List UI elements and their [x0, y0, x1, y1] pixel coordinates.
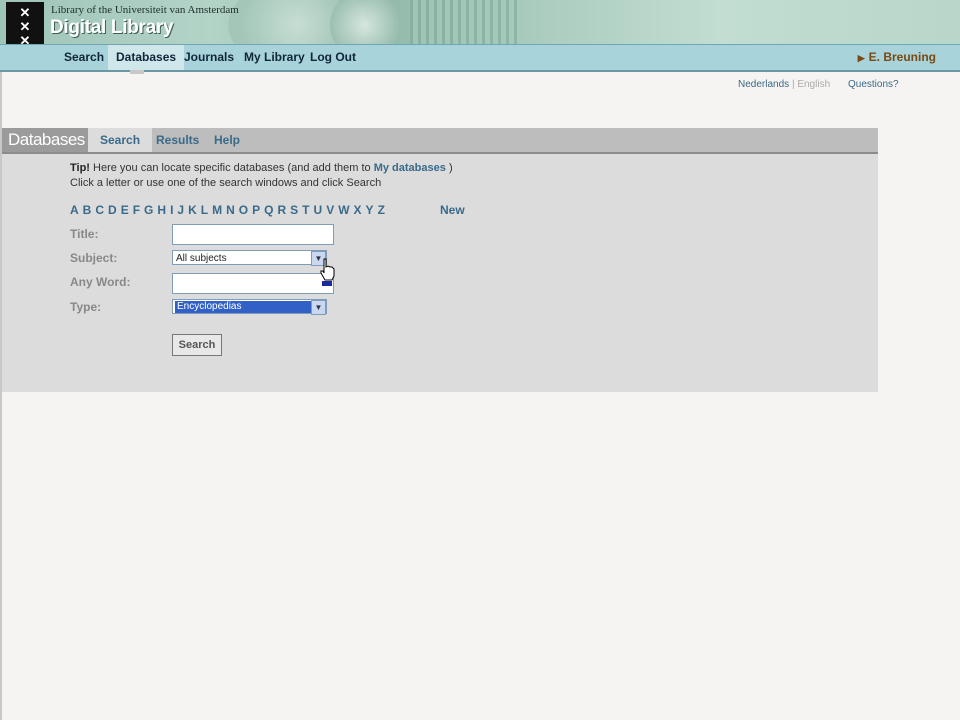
subject-label: Subject:: [70, 251, 118, 265]
letter-link-b[interactable]: B: [83, 203, 92, 217]
tip-label: Tip!: [70, 162, 90, 174]
lang-english-current: English: [797, 79, 831, 90]
tip-instruction: Click a letter or use one of the search …: [70, 177, 382, 189]
subject-select[interactable]: All subjects ▼: [172, 250, 327, 266]
letter-link-w[interactable]: W: [338, 203, 349, 217]
letter-link-p[interactable]: P: [252, 203, 260, 217]
user-name: E. Breuning: [868, 50, 936, 64]
letter-link-q[interactable]: Q: [264, 203, 273, 217]
nav-item-log-out[interactable]: Log Out: [302, 45, 364, 70]
letter-link-s[interactable]: S: [290, 203, 298, 217]
letter-link-x[interactable]: X: [354, 203, 362, 217]
letter-link-z[interactable]: Z: [378, 203, 385, 217]
letter-link-d[interactable]: D: [108, 203, 117, 217]
tip-close-paren: ): [448, 162, 453, 174]
letter-link-u[interactable]: U: [314, 203, 323, 217]
tip-text: Tip! Here you can locate specific databa…: [70, 161, 453, 191]
letter-link-t[interactable]: T: [302, 203, 309, 217]
site-title: Digital Library: [50, 17, 174, 38]
letter-link-j[interactable]: J: [177, 203, 184, 217]
letter-link-n[interactable]: N: [226, 203, 235, 217]
banner-decoration: [410, 0, 520, 44]
lang-separator: |: [791, 79, 795, 90]
title-label: Title:: [70, 227, 99, 241]
letter-link-c[interactable]: C: [95, 203, 104, 217]
banner-decoration: [330, 0, 400, 44]
type-label: Type:: [70, 300, 102, 314]
databases-panel: Databases Search Results Help Tip! Here …: [2, 128, 878, 392]
panel-title: Databases: [2, 128, 88, 152]
letter-link-k[interactable]: K: [188, 203, 197, 217]
any-word-input[interactable]: [172, 273, 334, 294]
letter-link-i[interactable]: I: [170, 203, 173, 217]
search-button[interactable]: Search: [172, 334, 222, 356]
hand-pointer-icon: [320, 258, 335, 286]
language-switch: Nederlands | English: [738, 79, 830, 90]
user-link[interactable]: ▶ E. Breuning: [858, 45, 936, 71]
tip-body: Here you can locate specific databases (…: [93, 162, 371, 174]
letter-link-e[interactable]: E: [121, 203, 129, 217]
type-select-value: Encyclopedias: [175, 301, 311, 313]
uva-logo[interactable]: ✕ ✕ ✕: [6, 2, 44, 44]
nav-item-databases[interactable]: Databases: [108, 45, 185, 70]
nav-item-search[interactable]: Search: [56, 45, 112, 70]
nav-item-journals[interactable]: Journals: [176, 45, 242, 70]
any-word-label: Any Word:: [70, 275, 131, 289]
letter-link-a[interactable]: A: [70, 203, 79, 217]
chevron-down-icon[interactable]: ▼: [311, 300, 326, 315]
tab-search[interactable]: Search: [88, 128, 153, 152]
letter-link-l[interactable]: L: [201, 203, 208, 217]
header-banner: ✕ ✕ ✕ Library of the Universiteit van Am…: [0, 0, 960, 44]
type-select[interactable]: Encyclopedias ▼: [172, 299, 327, 315]
logo-cross-icon: ✕: [19, 5, 31, 20]
title-input[interactable]: [172, 224, 334, 245]
letter-link-r[interactable]: R: [277, 203, 286, 217]
library-name: Library of the Universiteit van Amsterda…: [51, 4, 239, 16]
letter-link-m[interactable]: M: [212, 203, 222, 217]
alphabet-index: ABCDEFGHIJKLMNOPQRSTUVWXYZ: [70, 203, 389, 217]
questions-link[interactable]: Questions?: [848, 79, 899, 90]
tab-help[interactable]: Help: [202, 128, 252, 152]
lang-nederlands-link[interactable]: Nederlands: [738, 79, 789, 90]
letter-link-f[interactable]: F: [133, 203, 140, 217]
letter-link-v[interactable]: V: [326, 203, 334, 217]
active-tab-indicator: [130, 70, 144, 74]
logo-cross-icon: ✕: [19, 33, 31, 44]
letter-link-g[interactable]: G: [144, 203, 153, 217]
my-databases-link[interactable]: My databases: [374, 162, 446, 174]
top-navigation: Search Databases Journals My Library Log…: [0, 44, 960, 72]
letter-link-h[interactable]: H: [157, 203, 166, 217]
triangle-right-icon: ▶: [857, 53, 865, 63]
new-databases-link[interactable]: New: [440, 203, 465, 217]
letter-link-o[interactable]: O: [239, 203, 248, 217]
logo-cross-icon: ✕: [19, 19, 31, 34]
letter-link-y[interactable]: Y: [366, 203, 374, 217]
subject-select-value: All subjects: [176, 253, 227, 264]
panel-tab-bar: Databases Search Results Help: [2, 128, 878, 154]
